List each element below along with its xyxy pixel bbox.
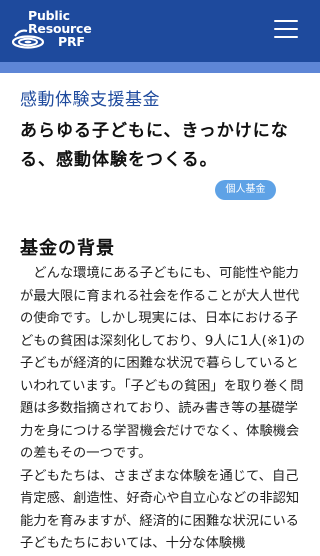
site-header: Public Resource PRF	[0, 0, 320, 62]
section-body-text: どんな環境にある子どもにも、可能性や能力が最大限に育まれる社会を作ることが大人世…	[20, 266, 305, 551]
logo-text: Public Resource PRF	[28, 9, 92, 49]
logo-line-3: PRF	[58, 34, 85, 49]
fund-type-tag[interactable]: 個人基金	[215, 180, 276, 200]
site-logo[interactable]: Public Resource PRF	[12, 7, 122, 53]
fund-title: 感動体験支援基金	[20, 90, 160, 110]
section-title: 基金の背景	[20, 238, 115, 259]
fund-catchphrase: あらゆる子どもに、きっかけになる、感動体験をつくる。	[20, 121, 289, 170]
accent-bar	[0, 62, 320, 73]
hamburger-menu-icon[interactable]	[274, 18, 298, 40]
